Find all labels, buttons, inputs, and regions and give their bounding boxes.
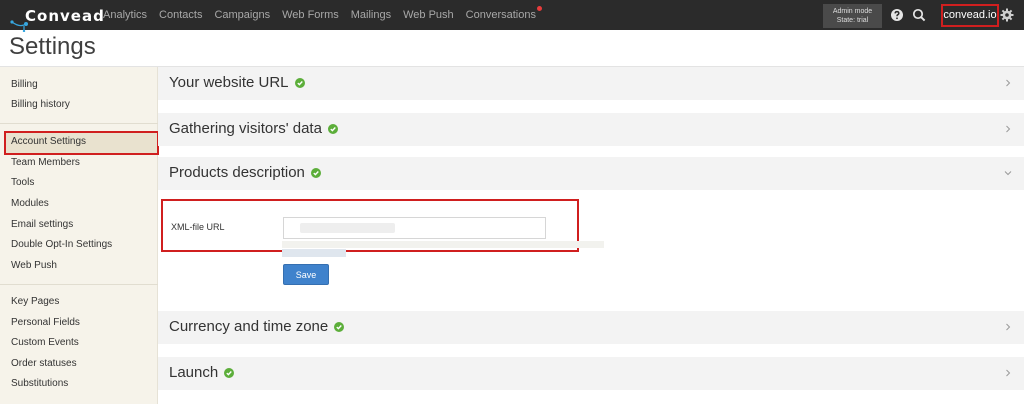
settings-sidebar: Billing Billing history Account Settings… [0,67,159,404]
nav-mailings[interactable]: Mailings [351,0,391,30]
section-title: Products description [169,164,321,181]
sidebar-item-order-statuses[interactable]: Order statuses [11,358,77,369]
sidebar-divider [0,123,158,124]
check-circle-icon [334,322,345,333]
section-title: Launch [169,364,235,381]
sidebar-item-substitutions[interactable]: Substitutions [11,378,68,389]
page-title: Settings [9,33,96,60]
sidebar-item-email-settings[interactable]: Email settings [11,219,73,230]
nav-conversations[interactable]: Conversations [465,0,542,30]
nav-campaigns[interactable]: Campaigns [214,0,270,30]
chevron-right-icon [1006,79,1011,87]
sidebar-divider [0,284,158,285]
sidebar-item-billing[interactable]: Billing [11,79,38,90]
section-products-description[interactable]: Products description [158,157,1024,190]
sidebar-item-web-push[interactable]: Web Push [11,260,57,271]
section-currency-timezone[interactable]: Currency and time zone [158,311,1024,344]
section-title-text: Gathering visitors' data [169,120,322,137]
help-circle-icon[interactable] [890,8,904,22]
sidebar-item-tools[interactable]: Tools [11,177,34,188]
sidebar-item-personal-fields[interactable]: Personal Fields [11,317,80,328]
sidebar-item-custom-events[interactable]: Custom Events [11,337,79,348]
notification-dot [536,6,542,11]
admin-mode-badge: Admin mode State: trial [823,4,882,28]
nav-conversations-label: Conversations [465,9,536,21]
nav-web-push[interactable]: Web Push [403,0,454,30]
section-title-text: Products description [169,164,305,181]
section-title: Currency and time zone [169,318,345,335]
redacted-area [282,249,346,257]
account-state-label: State: trial [836,17,869,24]
sidebar-item-double-opt-in[interactable]: Double Opt-In Settings [11,239,112,250]
redacted-url-text [300,223,395,233]
chevron-down-icon [1004,171,1012,176]
admin-mode-label: Admin mode [832,8,873,15]
save-button[interactable]: Save [283,264,329,285]
section-website-url[interactable]: Your website URL [158,67,1024,100]
chevron-right-icon [1006,125,1011,133]
sidebar-item-modules[interactable]: Modules [11,198,49,209]
chevron-right-icon [1006,369,1011,377]
main-nav: Analytics Contacts Campaigns Web Forms M… [103,0,548,30]
top-navigation-bar: Convead Analytics Contacts Campaigns Web… [0,0,1024,32]
section-title: Your website URL [169,74,305,91]
section-title: Gathering visitors' data [169,120,338,137]
sidebar-item-key-pages[interactable]: Key Pages [11,296,59,307]
section-gathering-data[interactable]: Gathering visitors' data [158,113,1024,146]
section-launch[interactable]: Launch [158,357,1024,390]
check-circle-icon [224,368,235,379]
nav-contacts[interactable]: Contacts [159,0,202,30]
check-circle-icon [294,78,305,89]
chevron-right-icon [1006,323,1011,331]
sidebar-item-account-settings[interactable]: Account Settings [11,136,86,147]
search-icon[interactable] [912,8,926,22]
section-title-text: Your website URL [169,74,289,91]
section-title-text: Launch [169,364,219,381]
check-circle-icon [327,124,338,135]
xml-file-url-label: XML-file URL [171,222,225,232]
sidebar-item-team-members[interactable]: Team Members [11,157,80,168]
redacted-area [282,241,604,248]
sidebar-item-billing-history[interactable]: Billing history [11,99,70,110]
nav-analytics[interactable]: Analytics [103,0,147,30]
check-circle-icon [310,168,321,179]
gear-icon[interactable] [1000,8,1014,22]
nav-web-forms[interactable]: Web Forms [282,0,339,30]
section-title-text: Currency and time zone [169,318,329,335]
account-switcher[interactable]: convead.io [941,4,999,27]
logo-text: Convead [25,7,105,25]
